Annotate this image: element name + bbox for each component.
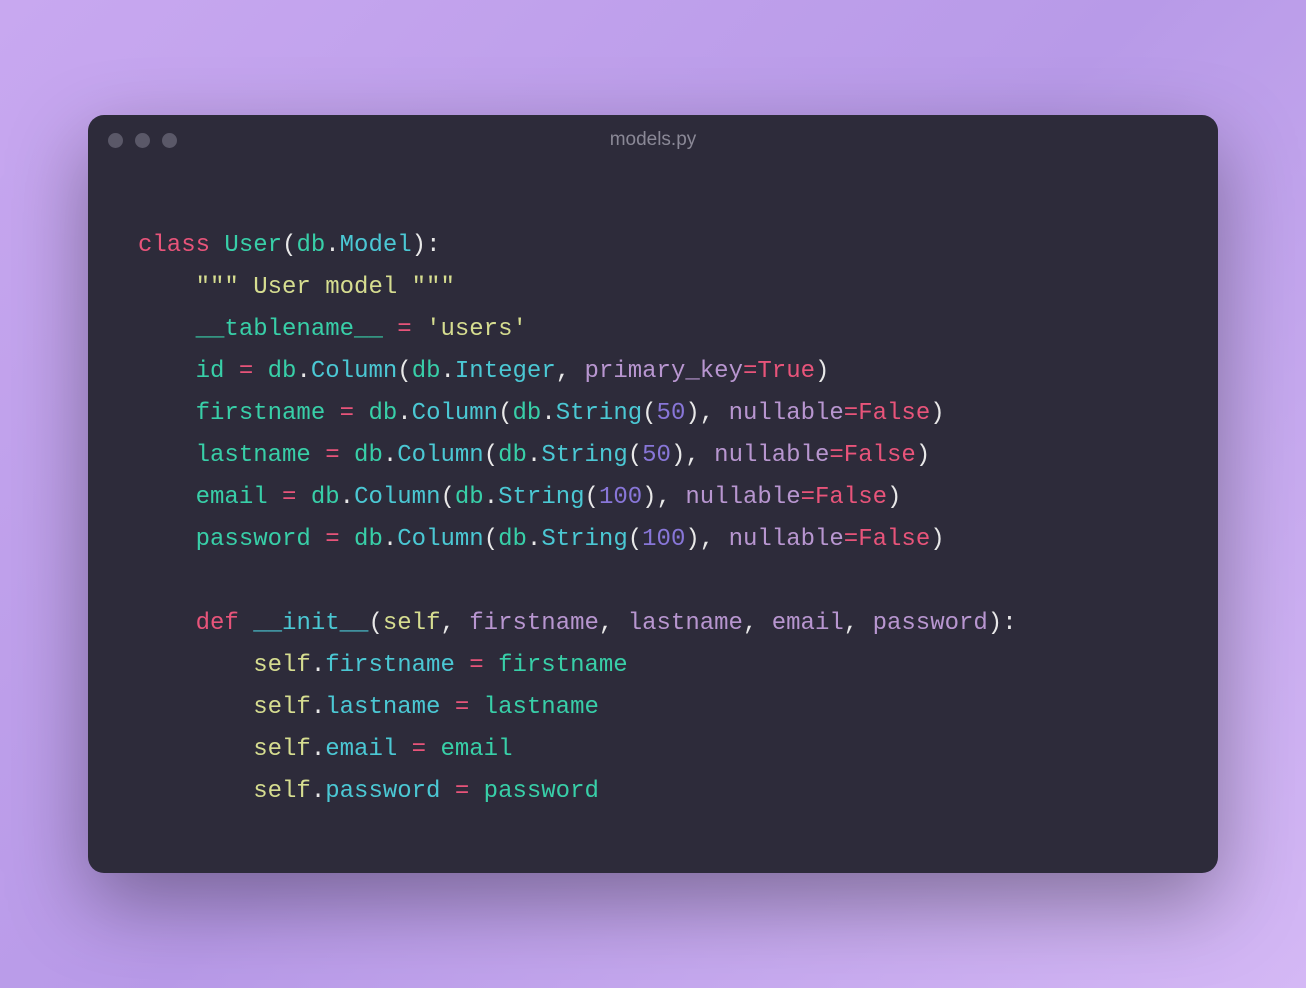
editor-window: models.py class User(db.Model): """ User… [88, 115, 1218, 873]
code-line-14: self.password = password [253, 778, 599, 805]
code-line-1: class User(db.Model): [138, 232, 440, 259]
code-line-11: self.firstname = firstname [253, 652, 627, 679]
minimize-button[interactable] [135, 133, 150, 148]
close-button[interactable] [108, 133, 123, 148]
code-editor[interactable]: class User(db.Model): """ User model """… [88, 165, 1218, 813]
titlebar: models.py [88, 115, 1218, 165]
traffic-lights [108, 133, 177, 148]
code-line-4: id = db.Column(db.Integer, primary_key=T… [196, 358, 830, 385]
code-line-12: self.lastname = lastname [253, 694, 599, 721]
code-line-13: self.email = email [253, 736, 512, 763]
code-line-10: def __init__(self, firstname, lastname, … [196, 610, 1017, 637]
code-line-7: email = db.Column(db.String(100), nullab… [196, 484, 902, 511]
window-title: models.py [88, 129, 1218, 151]
code-line-6: lastname = db.Column(db.String(50), null… [196, 442, 931, 469]
code-line-3: __tablename__ = 'users' [196, 316, 527, 343]
code-line-5: firstname = db.Column(db.String(50), nul… [196, 400, 945, 427]
maximize-button[interactable] [162, 133, 177, 148]
code-line-2: """ User model """ [196, 274, 455, 301]
code-line-8: password = db.Column(db.String(100), nul… [196, 526, 945, 553]
